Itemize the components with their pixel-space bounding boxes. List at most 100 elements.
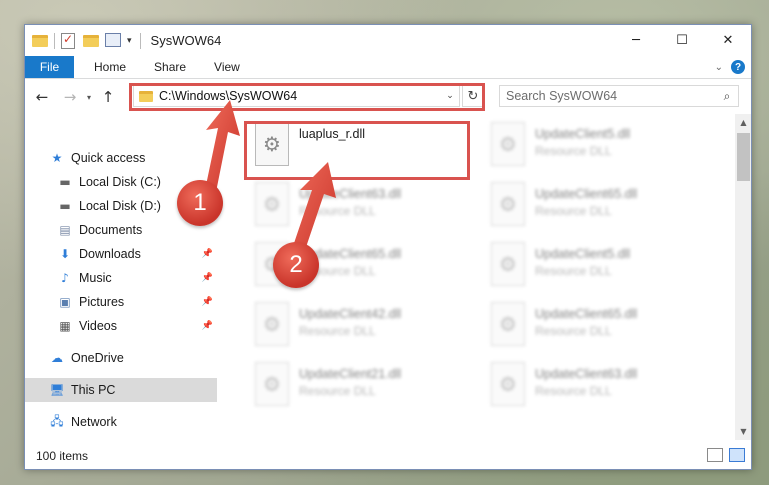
divider xyxy=(54,32,55,49)
tab-view[interactable]: View xyxy=(200,56,254,78)
forward-arrow-icon[interactable]: → xyxy=(59,88,81,106)
file-type: Resource DLL xyxy=(299,384,376,398)
folder-icon[interactable] xyxy=(32,33,48,49)
sidebar-item-onedrive[interactable]: ☁ OneDrive xyxy=(25,346,217,370)
dll-file-icon: ⚙ xyxy=(491,182,525,226)
file-item[interactable]: ⚙ luaplus_r.dll xyxy=(245,119,465,171)
sidebar-item-music[interactable]: ♪ Music 📌 xyxy=(25,266,217,290)
file-item[interactable]: ⚙ UpdateClient5.dll Resource DLL xyxy=(481,239,701,291)
address-path[interactable]: C:\Windows\SysWOW64 xyxy=(159,89,441,103)
file-type: Resource DLL xyxy=(535,204,612,218)
file-type: Resource DLL xyxy=(535,144,612,158)
documents-icon: ▤ xyxy=(59,223,71,237)
details-view-icon[interactable] xyxy=(707,448,723,462)
minimize-button[interactable]: ─ xyxy=(613,25,659,56)
step-2-badge: 2 xyxy=(273,242,319,288)
chevron-down-icon[interactable]: ⌄ xyxy=(441,91,459,101)
file-item[interactable]: ⚙ UpdateClient63.dll Resource DLL xyxy=(481,359,701,411)
back-arrow-icon[interactable]: ← xyxy=(31,88,53,106)
refresh-button[interactable]: ↻ xyxy=(462,85,484,107)
file-name: UpdateClient65.dll xyxy=(535,307,638,321)
star-icon: ★ xyxy=(51,151,63,165)
properties-check-icon[interactable] xyxy=(61,32,77,49)
sidebar-item-this-pc[interactable]: 🖥 This PC xyxy=(25,378,217,402)
up-arrow-icon[interactable]: ↑ xyxy=(97,88,119,106)
new-folder-icon[interactable] xyxy=(83,33,99,49)
maximize-button[interactable]: ☐ xyxy=(659,25,705,56)
file-type: Resource DLL xyxy=(535,264,612,278)
search-box[interactable]: ⌕ xyxy=(499,85,739,107)
large-icons-view-icon[interactable] xyxy=(729,448,745,462)
folder-icon xyxy=(139,90,153,102)
tab-share[interactable]: Share xyxy=(140,56,200,78)
recent-locations-icon[interactable]: ▾ xyxy=(81,93,97,102)
file-name: UpdateClient5.dll xyxy=(535,127,631,141)
sidebar-item-videos[interactable]: ▦ Videos 📌 xyxy=(25,314,217,338)
pin-icon[interactable]: 📌 xyxy=(202,321,213,331)
close-button[interactable]: ✕ xyxy=(705,25,751,56)
file-type: Resource DLL xyxy=(535,324,612,338)
dll-file-icon: ⚙ xyxy=(255,182,289,226)
file-item[interactable]: ⚙ UpdateClient63.dll Resource DLL xyxy=(245,179,465,231)
title-bar: ▾ SysWOW64 ─ ☐ ✕ xyxy=(25,25,751,56)
videos-icon: ▦ xyxy=(59,319,71,333)
pin-icon[interactable]: 📌 xyxy=(202,273,213,283)
dll-file-icon: ⚙ xyxy=(255,302,289,346)
pin-icon[interactable]: 📌 xyxy=(202,297,213,307)
sidebar-item-label: Quick access xyxy=(71,151,146,165)
step-1-badge: 1 xyxy=(177,180,223,226)
dll-file-icon: ⚙ xyxy=(491,122,525,166)
tab-file[interactable]: File xyxy=(25,56,74,78)
file-name: UpdateClient63.dll xyxy=(299,187,402,201)
file-item[interactable]: ⚙ UpdateClient65.dll Resource DLL xyxy=(481,179,701,231)
sidebar-item-pictures[interactable]: ▣ Pictures 📌 xyxy=(25,290,217,314)
sidebar-item-downloads[interactable]: ⬇ Downloads 📌 xyxy=(25,242,217,266)
dll-file-icon: ⚙ xyxy=(255,122,289,166)
status-bar: 100 items xyxy=(25,443,751,469)
quick-access-toolbar: ▾ SysWOW64 xyxy=(32,25,221,56)
scroll-down-icon[interactable]: ▼ xyxy=(735,423,751,440)
sidebar-item-label: Downloads xyxy=(79,247,141,261)
address-bar[interactable]: C:\Windows\SysWOW64 ⌄ xyxy=(133,85,460,107)
sidebar-item-network[interactable]: 🖧 Network xyxy=(25,410,217,434)
file-name: luaplus_r.dll xyxy=(299,127,366,141)
ribbon-tabs: File Home Share View ⌄ ? xyxy=(25,56,751,79)
file-item[interactable]: ⚙ UpdateClient65.dll Resource DLL xyxy=(481,299,701,351)
scroll-thumb[interactable] xyxy=(737,133,750,181)
chevron-down-icon[interactable]: ▾ xyxy=(127,36,132,46)
sidebar-item-label: Network xyxy=(71,415,117,429)
expand-ribbon-icon[interactable]: ⌄ xyxy=(715,62,723,73)
dll-file-icon: ⚙ xyxy=(491,242,525,286)
file-item[interactable]: ⚙ UpdateClient5.dll Resource DLL xyxy=(481,119,701,171)
window-title: SysWOW64 xyxy=(150,33,222,48)
sidebar-item-label: This PC xyxy=(71,383,116,397)
drive-icon: ▬ xyxy=(59,199,71,213)
ribbon-right-controls: ⌄ ? xyxy=(715,56,751,78)
pin-icon[interactable]: 📌 xyxy=(202,249,213,259)
downloads-icon: ⬇ xyxy=(59,247,71,261)
window-controls: ─ ☐ ✕ xyxy=(613,25,751,56)
customize-qat-icon[interactable] xyxy=(105,32,121,49)
sidebar-item-label: Local Disk (D:) xyxy=(79,199,161,213)
network-icon: 🖧 xyxy=(50,413,64,428)
navigation-pane: ★ Quick access ▬ Local Disk (C:) ▬ Local… xyxy=(25,114,220,440)
file-item[interactable]: ⚙ UpdateClient42.dll Resource DLL xyxy=(245,299,465,351)
tab-home[interactable]: Home xyxy=(74,56,140,78)
sidebar-item-label: Videos xyxy=(79,319,117,333)
sidebar-item-quick-access[interactable]: ★ Quick access xyxy=(25,146,217,170)
search-icon[interactable]: ⌕ xyxy=(716,89,738,104)
file-item[interactable]: ⚙ UpdateClient21.dll Resource DLL xyxy=(245,359,465,411)
pictures-icon: ▣ xyxy=(59,295,71,309)
divider xyxy=(139,32,141,49)
navigation-bar: ← → ▾ ↑ C:\Windows\SysWOW64 ⌄ ↻ ⌕ xyxy=(25,80,751,114)
file-name: UpdateClient5.dll xyxy=(535,247,631,261)
cloud-icon: ☁ xyxy=(51,351,63,365)
help-icon[interactable]: ? xyxy=(731,60,745,74)
scroll-up-icon[interactable]: ▲ xyxy=(735,114,751,131)
search-input[interactable] xyxy=(506,89,716,103)
file-type: Resource DLL xyxy=(535,384,612,398)
drive-icon: ▬ xyxy=(59,175,71,189)
vertical-scrollbar[interactable]: ▲ ▼ xyxy=(735,114,751,440)
sidebar-item-label: OneDrive xyxy=(71,351,124,365)
computer-icon: 🖥 xyxy=(49,383,65,397)
